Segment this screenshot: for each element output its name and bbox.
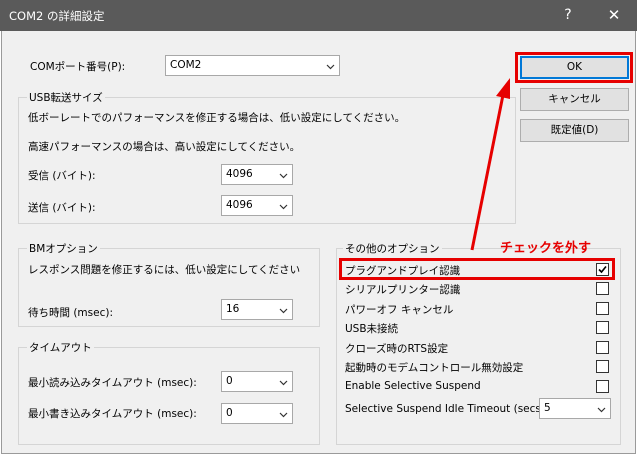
bm-group-title: BMオプション [27,241,100,256]
transmit-value: 4096 [226,199,253,211]
option-checkbox-rts[interactable] [596,341,609,354]
write-timeout-select[interactable]: 0 [221,403,293,424]
latency-select[interactable]: 16 [221,299,293,320]
receive-label: 受信 (バイト): [28,170,96,182]
title-bar: COM2 の詳細設定 ? ✕ [0,0,637,31]
chevron-down-icon [279,173,288,179]
bm-desc: レスポンス問題を修正するには、低い設定にしてください [28,264,301,276]
timeouts-group [18,347,320,445]
pnp-highlight-box [339,258,615,280]
option-label-modem-ctrl: 起動時のモデムコントロール無効設定 [345,362,524,374]
chevron-down-icon [279,308,288,314]
usb-group-title: USB転送サイズ [27,90,105,105]
com-port-label: COMポート番号(P): [30,61,126,73]
option-label-selective-suspend: Enable Selective Suspend [345,380,481,392]
annotation-uncheck-text: チェックを外す [500,241,592,256]
close-button[interactable]: ✕ [591,0,637,31]
option-checkbox-selective-suspend[interactable] [596,380,609,393]
misc-group-title: その他のオプション [343,241,442,256]
option-label-serial-printer: シリアルプリンター認識 [345,284,461,296]
usb-desc-high: 高速パフォーマンスの場合は、高い設定にしてください。 [28,141,301,153]
option-label-usb-disconnect: USB未接続 [345,323,399,335]
receive-value: 4096 [226,168,253,180]
option-checkbox-usb-disconnect[interactable] [596,321,609,334]
ok-highlight-box [515,52,633,83]
timeouts-group-title: タイムアウト [27,340,94,355]
latency-label: 待ち時間 (msec): [28,307,113,319]
suspend-timeout-select[interactable]: 5 [539,398,611,419]
option-checkbox-serial-printer[interactable] [596,282,609,295]
option-checkbox-power-off[interactable] [596,302,609,315]
chevron-down-icon [279,380,288,386]
read-timeout-label: 最小読み込みタイムアウト (msec): [28,377,197,389]
chevron-down-icon [279,412,288,418]
option-label-power-off: パワーオフ キャンセル [345,304,454,316]
defaults-button[interactable]: 既定値(D) [520,119,629,142]
write-timeout-value: 0 [226,407,233,419]
chevron-down-icon [597,407,606,413]
latency-value: 16 [226,303,240,315]
window-title: COM2 の詳細設定 [9,9,105,23]
write-timeout-label: 最小書き込みタイムアウト (msec): [28,408,197,420]
read-timeout-select[interactable]: 0 [221,371,293,392]
usb-desc-low: 低ボーレートでのパフォーマンスを修正する場合は、低い設定にしてください。 [28,112,406,124]
chevron-down-icon [279,204,288,210]
help-button[interactable]: ? [545,0,591,31]
option-checkbox-modem-ctrl[interactable] [596,360,609,373]
com-port-select[interactable]: COM2 [165,55,340,76]
suspend-timeout-label: Selective Suspend Idle Timeout (secs): [345,403,549,415]
chevron-down-icon [326,64,335,70]
suspend-timeout-value: 5 [544,402,551,414]
option-label-rts: クローズ時のRTS設定 [345,343,449,355]
read-timeout-value: 0 [226,375,233,387]
com-port-value: COM2 [170,59,202,71]
transmit-select[interactable]: 4096 [221,195,293,216]
transmit-label: 送信 (バイト): [28,202,96,214]
cancel-button[interactable]: キャンセル [520,88,629,111]
receive-select[interactable]: 4096 [221,164,293,185]
